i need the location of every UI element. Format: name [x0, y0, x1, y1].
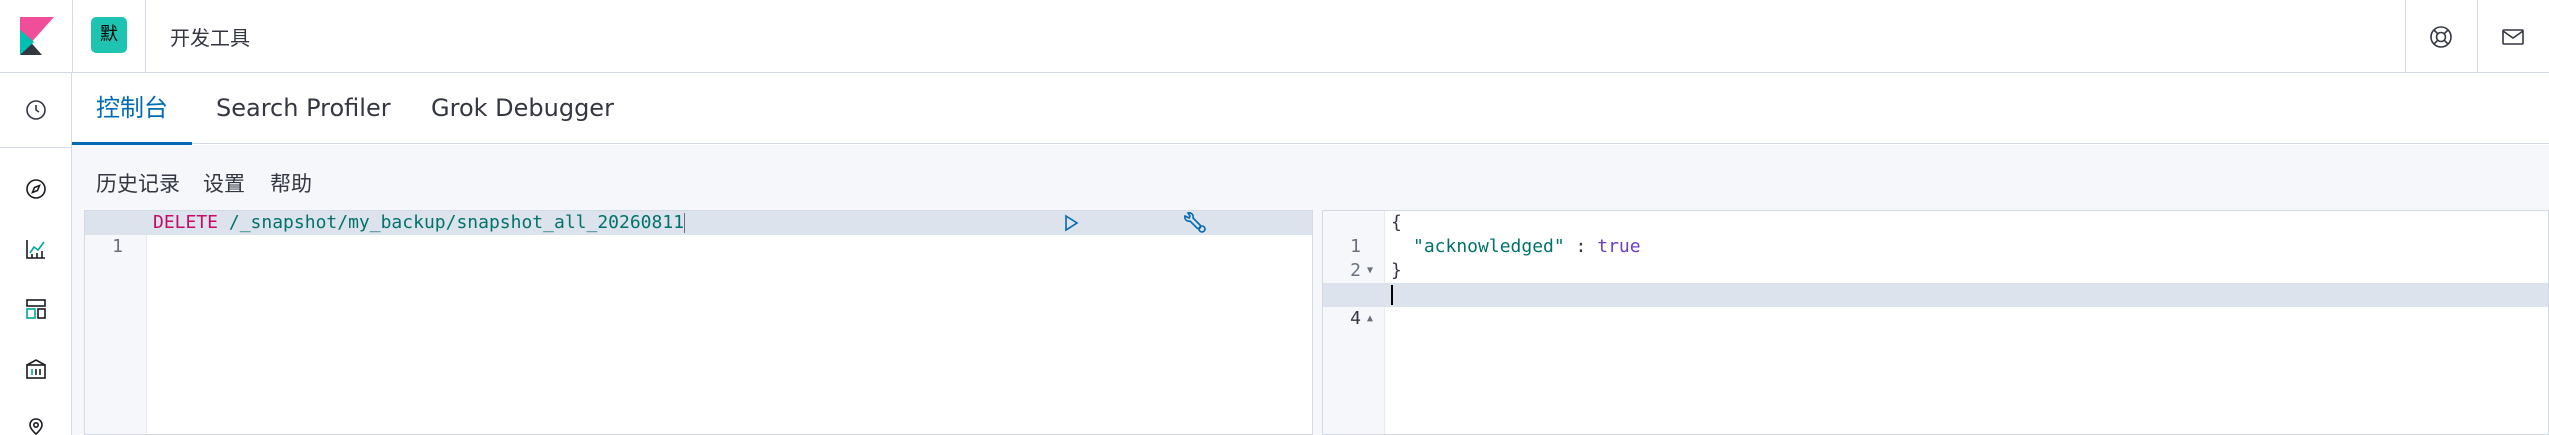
page-title: 开发工具 — [170, 26, 250, 50]
canvas-icon — [24, 357, 48, 381]
response-code: "acknowledged" : true — [1413, 235, 1641, 259]
request-line[interactable]: 1 DELETE /_snapshot/my_backup/snapshot_a… — [85, 211, 1312, 257]
response-editor[interactable]: 1 ▼ { 2 "acknowledged" : true 3 ▲ } 4 — [1322, 210, 2549, 435]
tab-search-profiler[interactable]: Search Profiler — [192, 73, 415, 144]
top-header: 默 开发工具 — [0, 0, 2549, 73]
line-number: 1 — [112, 236, 123, 257]
header-divider — [72, 0, 73, 73]
dashboard-icon — [24, 297, 48, 321]
response-line: 1 ▼ { — [1323, 211, 2548, 276]
console-panel: 历史记录 设置 帮助 1 DELETE /_snapshot/my_backup… — [72, 145, 2549, 435]
nav-canvas[interactable] — [0, 344, 72, 394]
clock-icon — [24, 98, 48, 122]
json-key: "acknowledged" — [1413, 236, 1565, 257]
menu-help[interactable]: 帮助 — [270, 168, 312, 198]
help-button[interactable] — [2406, 0, 2476, 73]
header-divider — [145, 0, 146, 73]
request-actions — [1061, 211, 1290, 235]
tab-console[interactable]: 控制台 — [72, 73, 192, 145]
menu-history[interactable]: 历史记录 — [96, 168, 180, 198]
request-path: /_snapshot/my_backup/snapshot_all_202608… — [228, 212, 685, 233]
response-line-active: 4 — [1323, 283, 2548, 329]
tab-grok-debugger[interactable]: Grok Debugger — [407, 73, 638, 144]
wrench-icon[interactable] — [1182, 211, 1290, 282]
play-icon[interactable] — [1061, 211, 1169, 281]
newsfeed-button[interactable] — [2478, 0, 2548, 73]
text-cursor — [684, 213, 686, 233]
request-editor[interactable]: 1 DELETE /_snapshot/my_backup/snapshot_a… — [84, 210, 1313, 435]
help-lifebuoy-icon — [2429, 25, 2453, 49]
devtools-tabs: 控制台 Search Profiler Grok Debugger — [72, 73, 2549, 145]
kibana-logo-icon[interactable] — [20, 17, 54, 55]
compass-icon — [24, 177, 48, 201]
nav-recent[interactable] — [0, 85, 72, 135]
response-code — [1391, 283, 1393, 307]
nav-maps[interactable] — [0, 404, 72, 435]
nav-visualize[interactable] — [0, 224, 72, 274]
text-cursor — [1391, 285, 1393, 305]
left-nav — [0, 73, 72, 435]
menu-settings[interactable]: 设置 — [203, 168, 245, 198]
mail-icon — [2501, 25, 2525, 49]
json-colon: : — [1564, 236, 1598, 257]
nav-divider — [0, 147, 72, 148]
json-value: true — [1597, 236, 1641, 257]
nav-dashboard[interactable] — [0, 284, 72, 334]
maps-icon — [24, 417, 48, 435]
space-avatar[interactable]: 默 — [91, 17, 127, 53]
visualize-icon — [24, 237, 48, 261]
line-number: 4 — [1350, 308, 1361, 329]
response-line: 2 "acknowledged" : true — [1323, 235, 2548, 281]
request-code: DELETE /_snapshot/my_backup/snapshot_all… — [153, 211, 686, 235]
nav-discover[interactable] — [0, 164, 72, 214]
response-line: 3 ▲ } — [1323, 259, 2548, 324]
response-code: { — [1391, 212, 1402, 233]
response-code: } — [1391, 260, 1402, 281]
request-method: DELETE — [153, 212, 219, 233]
